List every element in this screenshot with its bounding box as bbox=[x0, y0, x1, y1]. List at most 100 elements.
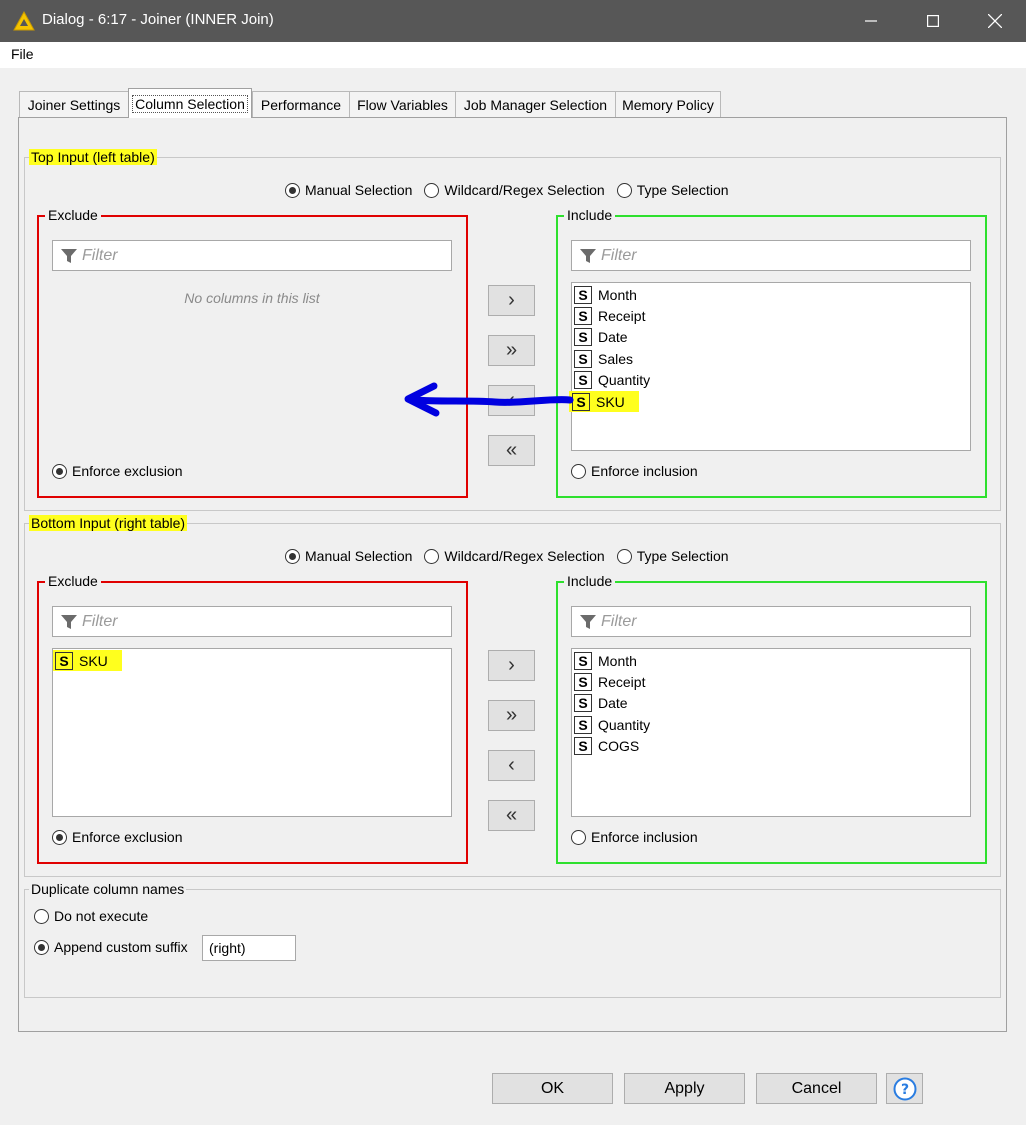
tab-label: Job Manager Selection bbox=[463, 96, 608, 113]
radio-label: Wildcard/Regex Selection bbox=[444, 182, 605, 198]
cancel-button[interactable]: Cancel bbox=[756, 1073, 877, 1104]
list-item[interactable]: S Month bbox=[574, 650, 637, 671]
tab-column-selection[interactable]: Column Selection bbox=[128, 88, 252, 118]
suffix-input[interactable]: (right) bbox=[202, 935, 296, 961]
append-suffix-radio[interactable]: Append custom suffix bbox=[34, 939, 188, 955]
ok-button[interactable]: OK bbox=[492, 1073, 613, 1104]
double-chevron-left-icon: « bbox=[505, 804, 518, 826]
column-name: SKU bbox=[79, 652, 108, 669]
bottom-include-title: Include bbox=[564, 573, 616, 589]
double-chevron-right-icon: » bbox=[505, 704, 518, 726]
add-button[interactable]: › bbox=[488, 650, 535, 681]
maximize-button[interactable] bbox=[902, 0, 964, 42]
title-bar[interactable]: Dialog - 6:17 - Joiner (INNER Join) bbox=[0, 0, 1026, 42]
tab-flow-variables[interactable]: Flow Variables bbox=[349, 91, 456, 117]
filter-icon bbox=[61, 248, 77, 263]
string-type-icon: S bbox=[574, 349, 592, 368]
add-button[interactable]: › bbox=[488, 285, 535, 316]
top-exclude-list[interactable]: No columns in this list bbox=[52, 282, 452, 450]
bottom-input-title: Bottom Input (right table) bbox=[29, 515, 188, 531]
menu-bar: File bbox=[0, 42, 1026, 68]
string-type-icon: S bbox=[574, 693, 592, 712]
bottom-manual-selection-radio[interactable]: Manual Selection bbox=[285, 548, 412, 564]
tab-memory-policy[interactable]: Memory Policy bbox=[615, 91, 721, 117]
top-include-title: Include bbox=[564, 207, 616, 223]
top-exclude-filter-input[interactable]: Filter bbox=[52, 240, 452, 271]
list-item[interactable]: S COGS bbox=[574, 735, 639, 756]
annotation-arrow-icon bbox=[404, 382, 574, 417]
list-item[interactable]: S Month bbox=[574, 284, 637, 305]
bottom-enforce-inclusion-radio[interactable]: Enforce inclusion bbox=[571, 829, 698, 845]
column-name: Receipt bbox=[598, 307, 646, 324]
tab-label: Flow Variables bbox=[357, 96, 448, 113]
top-enforce-exclusion-radio[interactable]: Enforce exclusion bbox=[52, 463, 183, 479]
column-name: Quantity bbox=[598, 371, 651, 388]
bottom-include-list[interactable]: S Month S Receipt S Date S Quantity S COGS bbox=[571, 648, 971, 817]
bottom-exclude-title: Exclude bbox=[45, 573, 101, 589]
tab-label: Joiner Settings bbox=[27, 96, 121, 113]
string-type-icon: S bbox=[574, 651, 592, 670]
apply-button[interactable]: Apply bbox=[624, 1073, 745, 1104]
add-all-button[interactable]: » bbox=[488, 700, 535, 731]
radio-dot bbox=[34, 908, 49, 924]
radio-dot bbox=[571, 829, 586, 845]
radio-label: Enforce exclusion bbox=[72, 829, 183, 845]
svg-text:?: ? bbox=[900, 1082, 908, 1098]
close-button[interactable] bbox=[964, 0, 1026, 42]
top-enforce-inclusion-radio[interactable]: Enforce inclusion bbox=[571, 463, 698, 479]
top-wildcard-selection-radio[interactable]: Wildcard/Regex Selection bbox=[424, 182, 605, 198]
list-item[interactable]: S SKU bbox=[53, 650, 122, 671]
radio-dot bbox=[616, 182, 632, 198]
do-not-execute-radio[interactable]: Do not execute bbox=[34, 908, 148, 924]
list-item[interactable]: S Receipt bbox=[574, 305, 645, 326]
radio-label: Manual Selection bbox=[305, 548, 413, 564]
radio-dot bbox=[285, 182, 300, 198]
list-item[interactable]: S Date bbox=[574, 326, 628, 347]
bottom-type-selection-radio[interactable]: Type Selection bbox=[616, 548, 729, 564]
top-include-filter-input[interactable]: Filter bbox=[571, 240, 971, 271]
bottom-enforce-exclusion-radio[interactable]: Enforce exclusion bbox=[52, 829, 183, 845]
remove-all-button[interactable]: « bbox=[488, 435, 535, 466]
column-name: Quantity bbox=[598, 716, 651, 733]
list-item[interactable]: S Sales bbox=[574, 348, 633, 369]
close-icon bbox=[988, 14, 1002, 28]
column-name: COGS bbox=[598, 737, 640, 754]
tab-label: Performance bbox=[260, 96, 342, 113]
bottom-include-filter-input[interactable]: Filter bbox=[571, 606, 971, 637]
list-item[interactable]: S Quantity bbox=[574, 369, 650, 390]
help-button[interactable]: ? bbox=[886, 1073, 923, 1104]
list-item[interactable]: S Date bbox=[574, 692, 628, 713]
filter-icon bbox=[580, 614, 596, 629]
menu-file[interactable]: File bbox=[11, 46, 34, 62]
tab-label: Memory Policy bbox=[622, 96, 714, 113]
filter-placeholder: Filter bbox=[601, 612, 637, 630]
list-item[interactable]: S Receipt bbox=[574, 671, 645, 692]
knime-app-icon bbox=[13, 11, 35, 31]
column-name: SKU bbox=[596, 393, 625, 410]
remove-button[interactable]: ‹ bbox=[488, 750, 535, 781]
filter-placeholder: Filter bbox=[601, 246, 637, 264]
bottom-exclude-list[interactable]: S SKU bbox=[52, 648, 452, 817]
radio-label: Manual Selection bbox=[305, 182, 413, 198]
radio-dot bbox=[424, 548, 440, 564]
tab-joiner-settings[interactable]: Joiner Settings bbox=[19, 91, 129, 117]
top-type-selection-radio[interactable]: Type Selection bbox=[616, 182, 729, 198]
tab-performance[interactable]: Performance bbox=[252, 91, 350, 117]
tab-job-manager-selection[interactable]: Job Manager Selection bbox=[455, 91, 616, 117]
filter-placeholder: Filter bbox=[82, 612, 118, 630]
radio-label: Type Selection bbox=[636, 548, 729, 564]
radio-label: Enforce inclusion bbox=[591, 463, 698, 479]
maximize-icon bbox=[927, 15, 939, 27]
column-name: Month bbox=[598, 286, 637, 303]
chevron-right-icon: › bbox=[508, 289, 515, 311]
filter-placeholder: Filter bbox=[82, 246, 118, 264]
top-selection-mode-radios: Manual Selection Wildcard/Regex Selectio… bbox=[285, 182, 729, 198]
top-include-list[interactable]: S Month S Receipt S Date S Sales S Quantity S… bbox=[569, 282, 971, 451]
minimize-button[interactable] bbox=[840, 0, 902, 42]
bottom-exclude-filter-input[interactable]: Filter bbox=[52, 606, 452, 637]
remove-all-button[interactable]: « bbox=[488, 800, 535, 831]
list-item[interactable]: S Quantity bbox=[574, 714, 650, 735]
add-all-button[interactable]: » bbox=[488, 335, 535, 366]
bottom-wildcard-selection-radio[interactable]: Wildcard/Regex Selection bbox=[424, 548, 605, 564]
top-manual-selection-radio[interactable]: Manual Selection bbox=[285, 182, 412, 198]
